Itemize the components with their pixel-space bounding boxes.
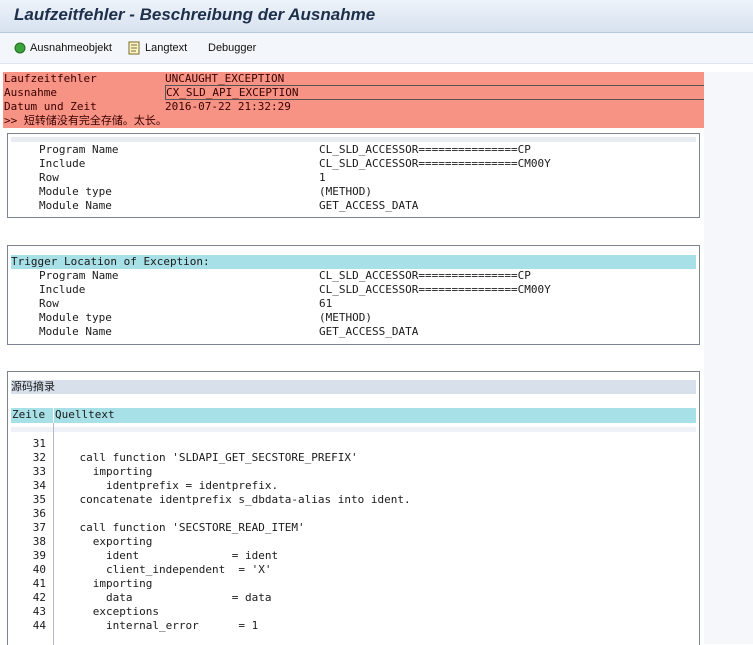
title-bar: Laufzeitfehler - Beschreibung der Ausnah… xyxy=(0,0,753,33)
section-title: Trigger Location of Exception: xyxy=(11,255,696,269)
column-header-line[interactable]: Zeile xyxy=(11,408,54,423)
code-line: importing xyxy=(53,465,153,478)
green-circle-icon xyxy=(14,42,26,54)
column-header-text[interactable]: Quelltext xyxy=(54,408,696,423)
debugger-button[interactable]: Debugger xyxy=(208,40,256,56)
line-number: 31 xyxy=(32,437,46,450)
label: Program Name xyxy=(39,143,119,156)
trigger-location-box: Trigger Location of Exception: Program N… xyxy=(7,245,700,345)
error-value: UNCAUGHT_EXCEPTION xyxy=(165,72,285,85)
line-number: 33 xyxy=(32,465,46,478)
error-row: Laufzeitfehler UNCAUGHT_EXCEPTION xyxy=(3,72,704,86)
exception-object-button[interactable]: Ausnahmeobjekt xyxy=(14,40,112,56)
error-key: Ausnahme xyxy=(4,86,57,99)
line-number: 35 xyxy=(32,493,46,506)
code-line: concatenate identprefix s_dbdata-alias i… xyxy=(53,493,411,506)
line-number: 44 xyxy=(32,619,46,632)
value: GET_ACCESS_DATA xyxy=(319,199,419,212)
line-number: 37 xyxy=(32,521,46,534)
value: 1 xyxy=(319,171,326,184)
value: GET_ACCESS_DATA xyxy=(319,325,419,338)
line-number: 42 xyxy=(32,591,46,604)
code-line: internal_error = 1 xyxy=(53,619,259,632)
source-excerpt-box: 源码摘录 Zeile Quelltext 31 32 call function… xyxy=(7,371,700,645)
line-number: 32 xyxy=(32,451,46,464)
code-line: importing xyxy=(53,577,153,590)
error-summary: Laufzeitfehler UNCAUGHT_EXCEPTION Ausnah… xyxy=(3,72,705,128)
exception-object-label: Ausnahmeobjekt xyxy=(30,42,112,54)
code-line: client_independent = 'X' xyxy=(53,563,272,576)
code-line: identprefix = identprefix. xyxy=(53,479,279,492)
document-icon xyxy=(127,41,141,55)
value: 61 xyxy=(319,297,333,310)
value: CL_SLD_ACCESSOR===============CM00Y xyxy=(319,157,551,170)
right-margin-area xyxy=(704,72,753,644)
label: Include xyxy=(39,283,86,296)
long-text-button[interactable]: Langtext xyxy=(127,40,187,56)
value: CL_SLD_ACCESSOR===============CP xyxy=(319,269,531,282)
label: Row xyxy=(39,297,59,310)
error-row: Ausnahme CX_SLD_API_EXCEPTION xyxy=(3,85,705,100)
line-number: 34 xyxy=(32,479,46,492)
error-message: >> 短转储没有完全存储。太长。 xyxy=(4,114,167,127)
code-line: exceptions xyxy=(53,605,159,618)
line-number: 43 xyxy=(32,605,46,618)
code-line: call function 'SLDAPI_GET_SECSTORE_PREFI… xyxy=(53,451,358,464)
program-location-box: Program Name CL_SLD_ACCESSOR============… xyxy=(7,133,700,218)
label: Program Name xyxy=(39,269,119,282)
value: CL_SLD_ACCESSOR===============CP xyxy=(319,143,531,156)
value: CL_SLD_ACCESSOR===============CM00Y xyxy=(319,283,551,296)
line-number: 39 xyxy=(32,549,46,562)
long-text-label: Langtext xyxy=(145,42,188,54)
code-line: ident = ident xyxy=(53,549,279,562)
value: (METHOD) xyxy=(319,185,372,198)
code-line: exporting xyxy=(53,535,153,548)
error-row: Datum und Zeit 2016-07-22 21:32:29 xyxy=(3,100,704,114)
line-number: 36 xyxy=(32,507,46,520)
line-number: 40 xyxy=(32,563,46,576)
exception-value-field[interactable]: CX_SLD_API_EXCEPTION xyxy=(165,85,705,100)
code-line: call function 'SECSTORE_READ_ITEM' xyxy=(53,521,305,534)
label: Module type xyxy=(39,311,112,324)
error-key: Laufzeitfehler xyxy=(4,72,97,85)
code-line: data = data xyxy=(53,591,272,604)
value: (METHOD) xyxy=(319,311,372,324)
label: Row xyxy=(39,171,59,184)
toolbar: Ausnahmeobjekt Langtext Debugger xyxy=(0,33,753,64)
label: Module type xyxy=(39,185,112,198)
error-value: 2016-07-22 21:32:29 xyxy=(165,100,291,113)
label: Module Name xyxy=(39,199,112,212)
source-title: 源码摘录 xyxy=(11,380,696,394)
label: Include xyxy=(39,157,86,170)
error-key: Datum und Zeit xyxy=(4,100,97,113)
label: Module Name xyxy=(39,325,112,338)
window-title: Laufzeitfehler - Beschreibung der Ausnah… xyxy=(14,5,376,24)
line-number: 38 xyxy=(32,535,46,548)
line-number: 41 xyxy=(32,577,46,590)
debugger-label: Debugger xyxy=(208,42,257,54)
